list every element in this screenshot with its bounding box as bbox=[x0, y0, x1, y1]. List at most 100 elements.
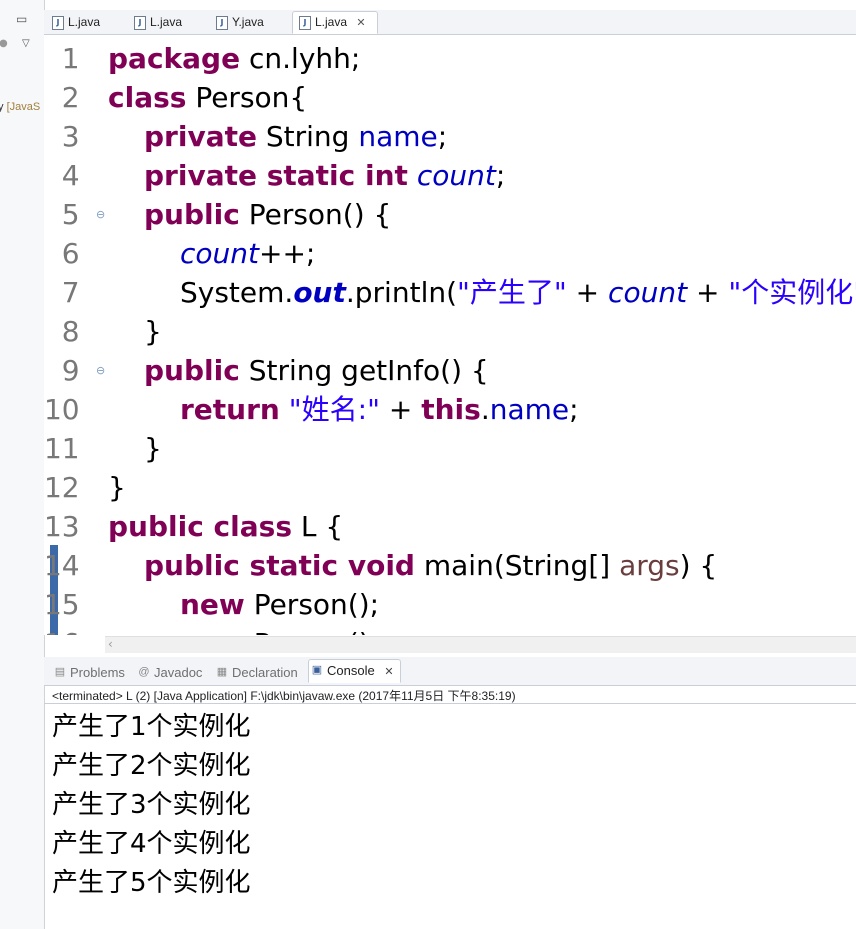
code-line: 3 private String name; bbox=[44, 117, 447, 156]
tab-y-java[interactable]: J Y.java bbox=[210, 12, 302, 33]
code-line: 12 } bbox=[44, 468, 126, 507]
editor-tab-bar: J L.java J L.java J Y.java J L.java ✕ bbox=[44, 10, 856, 35]
code-text: + bbox=[379, 393, 422, 426]
view-menu-icon[interactable]: ▽ bbox=[22, 38, 30, 49]
tab-label: L.java bbox=[315, 15, 348, 29]
code-text: } bbox=[144, 432, 162, 465]
code-line: 14 public static void main(String[] args… bbox=[44, 546, 717, 585]
keyword: package bbox=[108, 42, 241, 75]
code-text: cn.lyhh; bbox=[240, 42, 361, 75]
console-icon: ▣ bbox=[311, 664, 323, 676]
keyword: this bbox=[421, 393, 481, 426]
line-number: 13 bbox=[44, 510, 80, 543]
console-line: 产生了2个实例化 bbox=[52, 751, 251, 781]
code-line: 11 } bbox=[44, 429, 162, 468]
tab-label: L.java bbox=[150, 15, 183, 29]
code-editor[interactable]: 1 package cn.lyhh; 2 class Person{ 3 pri… bbox=[44, 35, 856, 635]
code-line: 15 new Person(); bbox=[44, 585, 379, 624]
code-text: .println( bbox=[345, 276, 458, 309]
code-text: ; bbox=[495, 159, 506, 192]
code-line: 8 } bbox=[44, 312, 162, 351]
tab-label: Y.java bbox=[232, 15, 264, 29]
line-number: 1 bbox=[61, 42, 80, 75]
java-file-icon: J bbox=[216, 16, 228, 30]
tab-l-java-active[interactable]: J L.java ✕ bbox=[292, 11, 378, 34]
code-text: Person{ bbox=[186, 81, 308, 114]
keyword: private static int bbox=[144, 159, 408, 192]
string-literal: "产生了" bbox=[457, 276, 567, 309]
scroll-left-icon[interactable]: ‹ bbox=[108, 637, 113, 651]
string-literal: "姓名:" bbox=[288, 393, 380, 426]
java-file-icon: J bbox=[134, 16, 146, 30]
console-output[interactable]: 产生了1个实例化 产生了2个实例化 产生了3个实例化 产生了4个实例化 产生了5… bbox=[52, 708, 251, 903]
project-label: y bbox=[0, 101, 4, 113]
line-number: 15 bbox=[44, 588, 80, 621]
code-text: Person() { bbox=[239, 198, 392, 231]
code-text: L { bbox=[291, 510, 344, 543]
tab-console[interactable]: ▣ Console ✕ bbox=[308, 659, 401, 683]
tab-label: Javadoc bbox=[154, 665, 203, 680]
static-field-ref: count bbox=[416, 159, 496, 192]
code-text: Person(); bbox=[244, 588, 380, 621]
java-file-icon: J bbox=[52, 16, 64, 30]
code-text: } bbox=[144, 315, 162, 348]
problems-icon: ▤ bbox=[54, 666, 66, 678]
code-text: + bbox=[687, 276, 729, 309]
tab-javadoc[interactable]: @ Javadoc bbox=[136, 662, 202, 684]
tab-label: Declaration bbox=[232, 665, 298, 680]
code-line: 13 public class L { bbox=[44, 507, 343, 546]
line-number: 6 bbox=[61, 237, 80, 270]
keyword: private bbox=[144, 120, 257, 153]
tab-l-java-2[interactable]: J L.java bbox=[128, 12, 220, 33]
code-line: 1 package cn.lyhh; bbox=[44, 39, 361, 78]
fold-icon[interactable]: ⊖ bbox=[96, 195, 105, 234]
code-text: } bbox=[108, 471, 126, 504]
project-tag: [JavaS bbox=[6, 101, 41, 113]
project-tree-item[interactable]: y [JavaS bbox=[0, 101, 40, 113]
string-literal: "个实例化" bbox=[728, 276, 856, 309]
bullet-icon: ● bbox=[0, 38, 8, 49]
tab-problems[interactable]: ▤ Problems bbox=[52, 662, 125, 684]
console-line: 产生了1个实例化 bbox=[52, 712, 251, 742]
line-number: 16 bbox=[44, 624, 80, 635]
code-line: 16 new Person(); bbox=[44, 624, 379, 635]
code-text: String bbox=[256, 120, 359, 153]
keyword: public bbox=[144, 198, 240, 231]
javadoc-icon: @ bbox=[138, 666, 150, 678]
divider bbox=[44, 703, 856, 704]
package-explorer-strip: ▭ ▽ ● y [JavaS bbox=[0, 0, 45, 929]
close-icon[interactable]: ✕ bbox=[384, 666, 393, 678]
code-text: String getInfo() { bbox=[239, 354, 489, 387]
line-number: 14 bbox=[44, 549, 80, 582]
console-status: <terminated> L (2) [Java Application] F:… bbox=[52, 689, 516, 703]
code-text: ) { bbox=[679, 549, 718, 582]
tab-l-java-1[interactable]: J L.java bbox=[46, 12, 138, 33]
code-text: Person(); bbox=[245, 627, 379, 635]
static-field-ref: count bbox=[180, 237, 259, 270]
minimize-icon[interactable]: ▭ bbox=[16, 12, 27, 26]
keyword: public static void bbox=[144, 549, 415, 582]
line-number: 7 bbox=[61, 276, 80, 309]
code-line: 4 private static int count; bbox=[44, 156, 505, 195]
fold-icon[interactable]: ⊖ bbox=[96, 351, 105, 390]
line-number: 8 bbox=[61, 315, 80, 348]
tab-label: L.java bbox=[68, 15, 101, 29]
tab-declaration[interactable]: ▦ Declaration bbox=[214, 662, 298, 684]
line-number: 2 bbox=[61, 81, 80, 114]
static-field-ref: count bbox=[608, 276, 688, 309]
tab-label: Console bbox=[327, 663, 375, 678]
code-text: . bbox=[480, 393, 490, 426]
line-number: 11 bbox=[44, 432, 80, 465]
keyword: new bbox=[180, 588, 245, 621]
field-ref: name bbox=[489, 393, 570, 426]
editor-horizontal-scrollbar[interactable]: ‹ bbox=[105, 636, 856, 653]
code-line: 9 ⊖ public String getInfo() { bbox=[44, 351, 489, 390]
code-text: ; bbox=[437, 120, 448, 153]
close-icon[interactable]: ✕ bbox=[356, 17, 365, 29]
code-line: 10 return "姓名:" + this.name; bbox=[44, 390, 579, 429]
code-text: System. bbox=[180, 276, 294, 309]
line-number: 5 bbox=[61, 198, 80, 231]
line-number: 4 bbox=[61, 159, 80, 192]
field-ref: name bbox=[358, 120, 438, 153]
code-text: ++; bbox=[259, 237, 316, 270]
